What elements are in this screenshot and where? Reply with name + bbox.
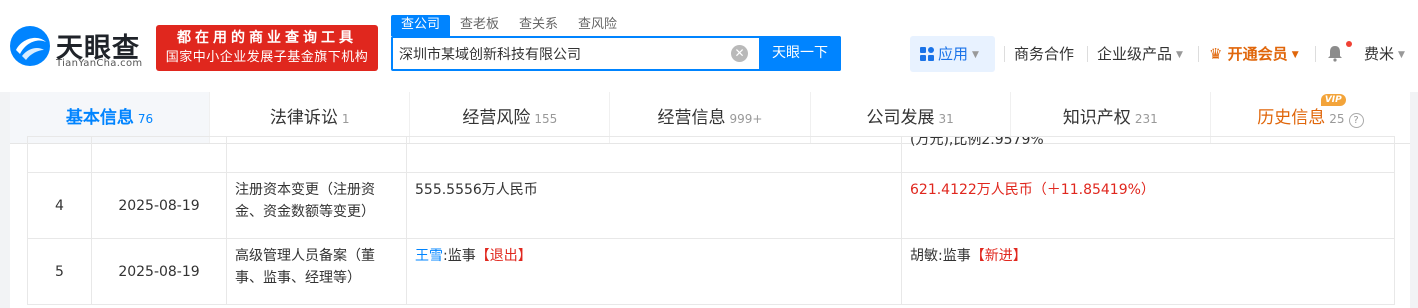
tab-count: 231 <box>1134 112 1158 126</box>
change-item: 高级管理人员备案（董事、监事、经理等） <box>226 238 407 305</box>
logo-subtitle: TianYanCha.com <box>56 58 143 69</box>
row-index: 5 <box>27 238 92 305</box>
table-row: 5 2025-08-19 高级管理人员备案（董事、监事、经理等） 王雪:监事【退… <box>27 238 1395 305</box>
slogan-banner[interactable]: 都在用的商业查询工具 国家中小企业发展子基金旗下机构 <box>156 25 378 71</box>
crown-icon: ♛ <box>1209 45 1228 63</box>
table-cell <box>27 136 92 173</box>
tab-label: 法律诉讼 <box>269 108 338 128</box>
value-before: 555.5556万人民币 <box>406 172 902 239</box>
clear-icon[interactable]: ✕ <box>731 45 748 62</box>
vip-label: 开通会员 <box>1227 45 1288 63</box>
notification-dot <box>1346 41 1352 47</box>
user-menu[interactable]: 费米 ▼ <box>1364 36 1405 72</box>
chevron-down-icon: ▼ <box>1398 50 1405 60</box>
slogan-line1: 都在用的商业查询工具 <box>177 30 357 46</box>
vip-membership-button[interactable]: ♛ 开通会员 ▼ <box>1209 36 1299 72</box>
tab-label: 知识产权 <box>1062 108 1131 128</box>
username: 费米 <box>1364 45 1395 63</box>
tab-label: 历史信息 <box>1257 108 1326 128</box>
logo-icon <box>10 26 50 66</box>
search-button[interactable]: 天眼一下 <box>759 36 841 71</box>
tianyancha-logo[interactable]: 天眼查 TianYanCha.com <box>8 22 148 72</box>
help-icon[interactable]: ? <box>1348 113 1364 128</box>
search-tab-risk[interactable]: 查风险 <box>568 15 627 36</box>
person-name: 胡敏 <box>910 248 938 264</box>
vip-badge: VIP <box>1320 94 1346 106</box>
business-cooperation-link[interactable]: 商务合作 <box>1014 36 1074 72</box>
tab-count: 1 <box>341 112 350 126</box>
value-after: 胡敏:监事【新进】 <box>901 238 1395 305</box>
divider <box>1315 46 1316 62</box>
divider <box>1198 46 1199 62</box>
chevron-down-icon: ▼ <box>1291 50 1299 60</box>
divider <box>1087 46 1088 62</box>
tab-label: 公司发展 <box>866 108 935 128</box>
change-date: 2025-08-19 <box>91 238 227 305</box>
enterprise-products-menu[interactable]: 企业级产品 ▼ <box>1097 36 1183 72</box>
apps-menu-button[interactable]: 应用 ▼ <box>910 36 995 72</box>
change-records-panel: (万元),比例2.9579% 4 2025-08-19 注册资本变更（注册资金、… <box>10 136 1410 308</box>
tab-count: 31 <box>938 112 954 126</box>
change-item: 注册资本变更（注册资金、资金数额等变更） <box>226 172 407 239</box>
table-cell: (万元),比例2.9579% <box>901 136 1395 173</box>
tab-count: 25 <box>1329 112 1345 126</box>
table-cell <box>226 136 407 173</box>
search-tab-company[interactable]: 查公司 <box>391 15 451 36</box>
table-row: 4 2025-08-19 注册资本变更（注册资金、资金数额等变更） 555.55… <box>27 172 1395 239</box>
search-tab-boss[interactable]: 查老板 <box>450 15 509 36</box>
top-header: 天眼查 TianYanCha.com 都在用的商业查询工具 国家中小企业发展子基… <box>0 0 1418 92</box>
new-tag: 【新进】 <box>970 248 1027 264</box>
tab-count: 76 <box>137 112 154 126</box>
exit-tag: 【退出】 <box>475 248 532 264</box>
table-row: (万元),比例2.9579% <box>27 136 1395 173</box>
value-before: 王雪:监事【退出】 <box>406 238 902 305</box>
person-role: :监事 <box>443 248 476 264</box>
divider <box>1004 46 1005 62</box>
bell-icon[interactable] <box>1326 44 1344 62</box>
person-role: :监事 <box>938 248 971 264</box>
chevron-down-icon: ▼ <box>1176 50 1183 60</box>
table-cell <box>91 136 227 173</box>
change-records-table: (万元),比例2.9579% 4 2025-08-19 注册资本变更（注册资金、… <box>27 136 1395 305</box>
tab-label: 基本信息 <box>65 108 134 128</box>
tab-count: 999+ <box>729 112 763 126</box>
search-box: ✕ 天眼一下 <box>391 36 841 71</box>
search-type-tabs: 查公司 查老板 查关系 查风险 <box>391 15 627 37</box>
enterprise-products-label: 企业级产品 <box>1097 45 1173 63</box>
change-date: 2025-08-19 <box>91 172 227 239</box>
slogan-line2: 国家中小企业发展子基金旗下机构 <box>165 50 369 65</box>
table-cell <box>406 136 902 173</box>
search-tab-relation[interactable]: 查关系 <box>509 15 568 36</box>
apps-grid-icon <box>920 47 934 61</box>
tab-label: 经营信息 <box>657 108 726 128</box>
after-value-partial: (万元),比例2.9579% <box>910 136 1044 148</box>
tab-count: 155 <box>534 112 558 126</box>
value-after: 621.4122万人民币（＋11.85419%） <box>901 172 1395 239</box>
row-index: 4 <box>27 172 92 239</box>
tab-label: 经营风险 <box>462 108 531 128</box>
chevron-down-icon: ▼ <box>972 50 979 60</box>
apps-label: 应用 <box>938 45 969 63</box>
person-link[interactable]: 王雪 <box>415 248 443 264</box>
